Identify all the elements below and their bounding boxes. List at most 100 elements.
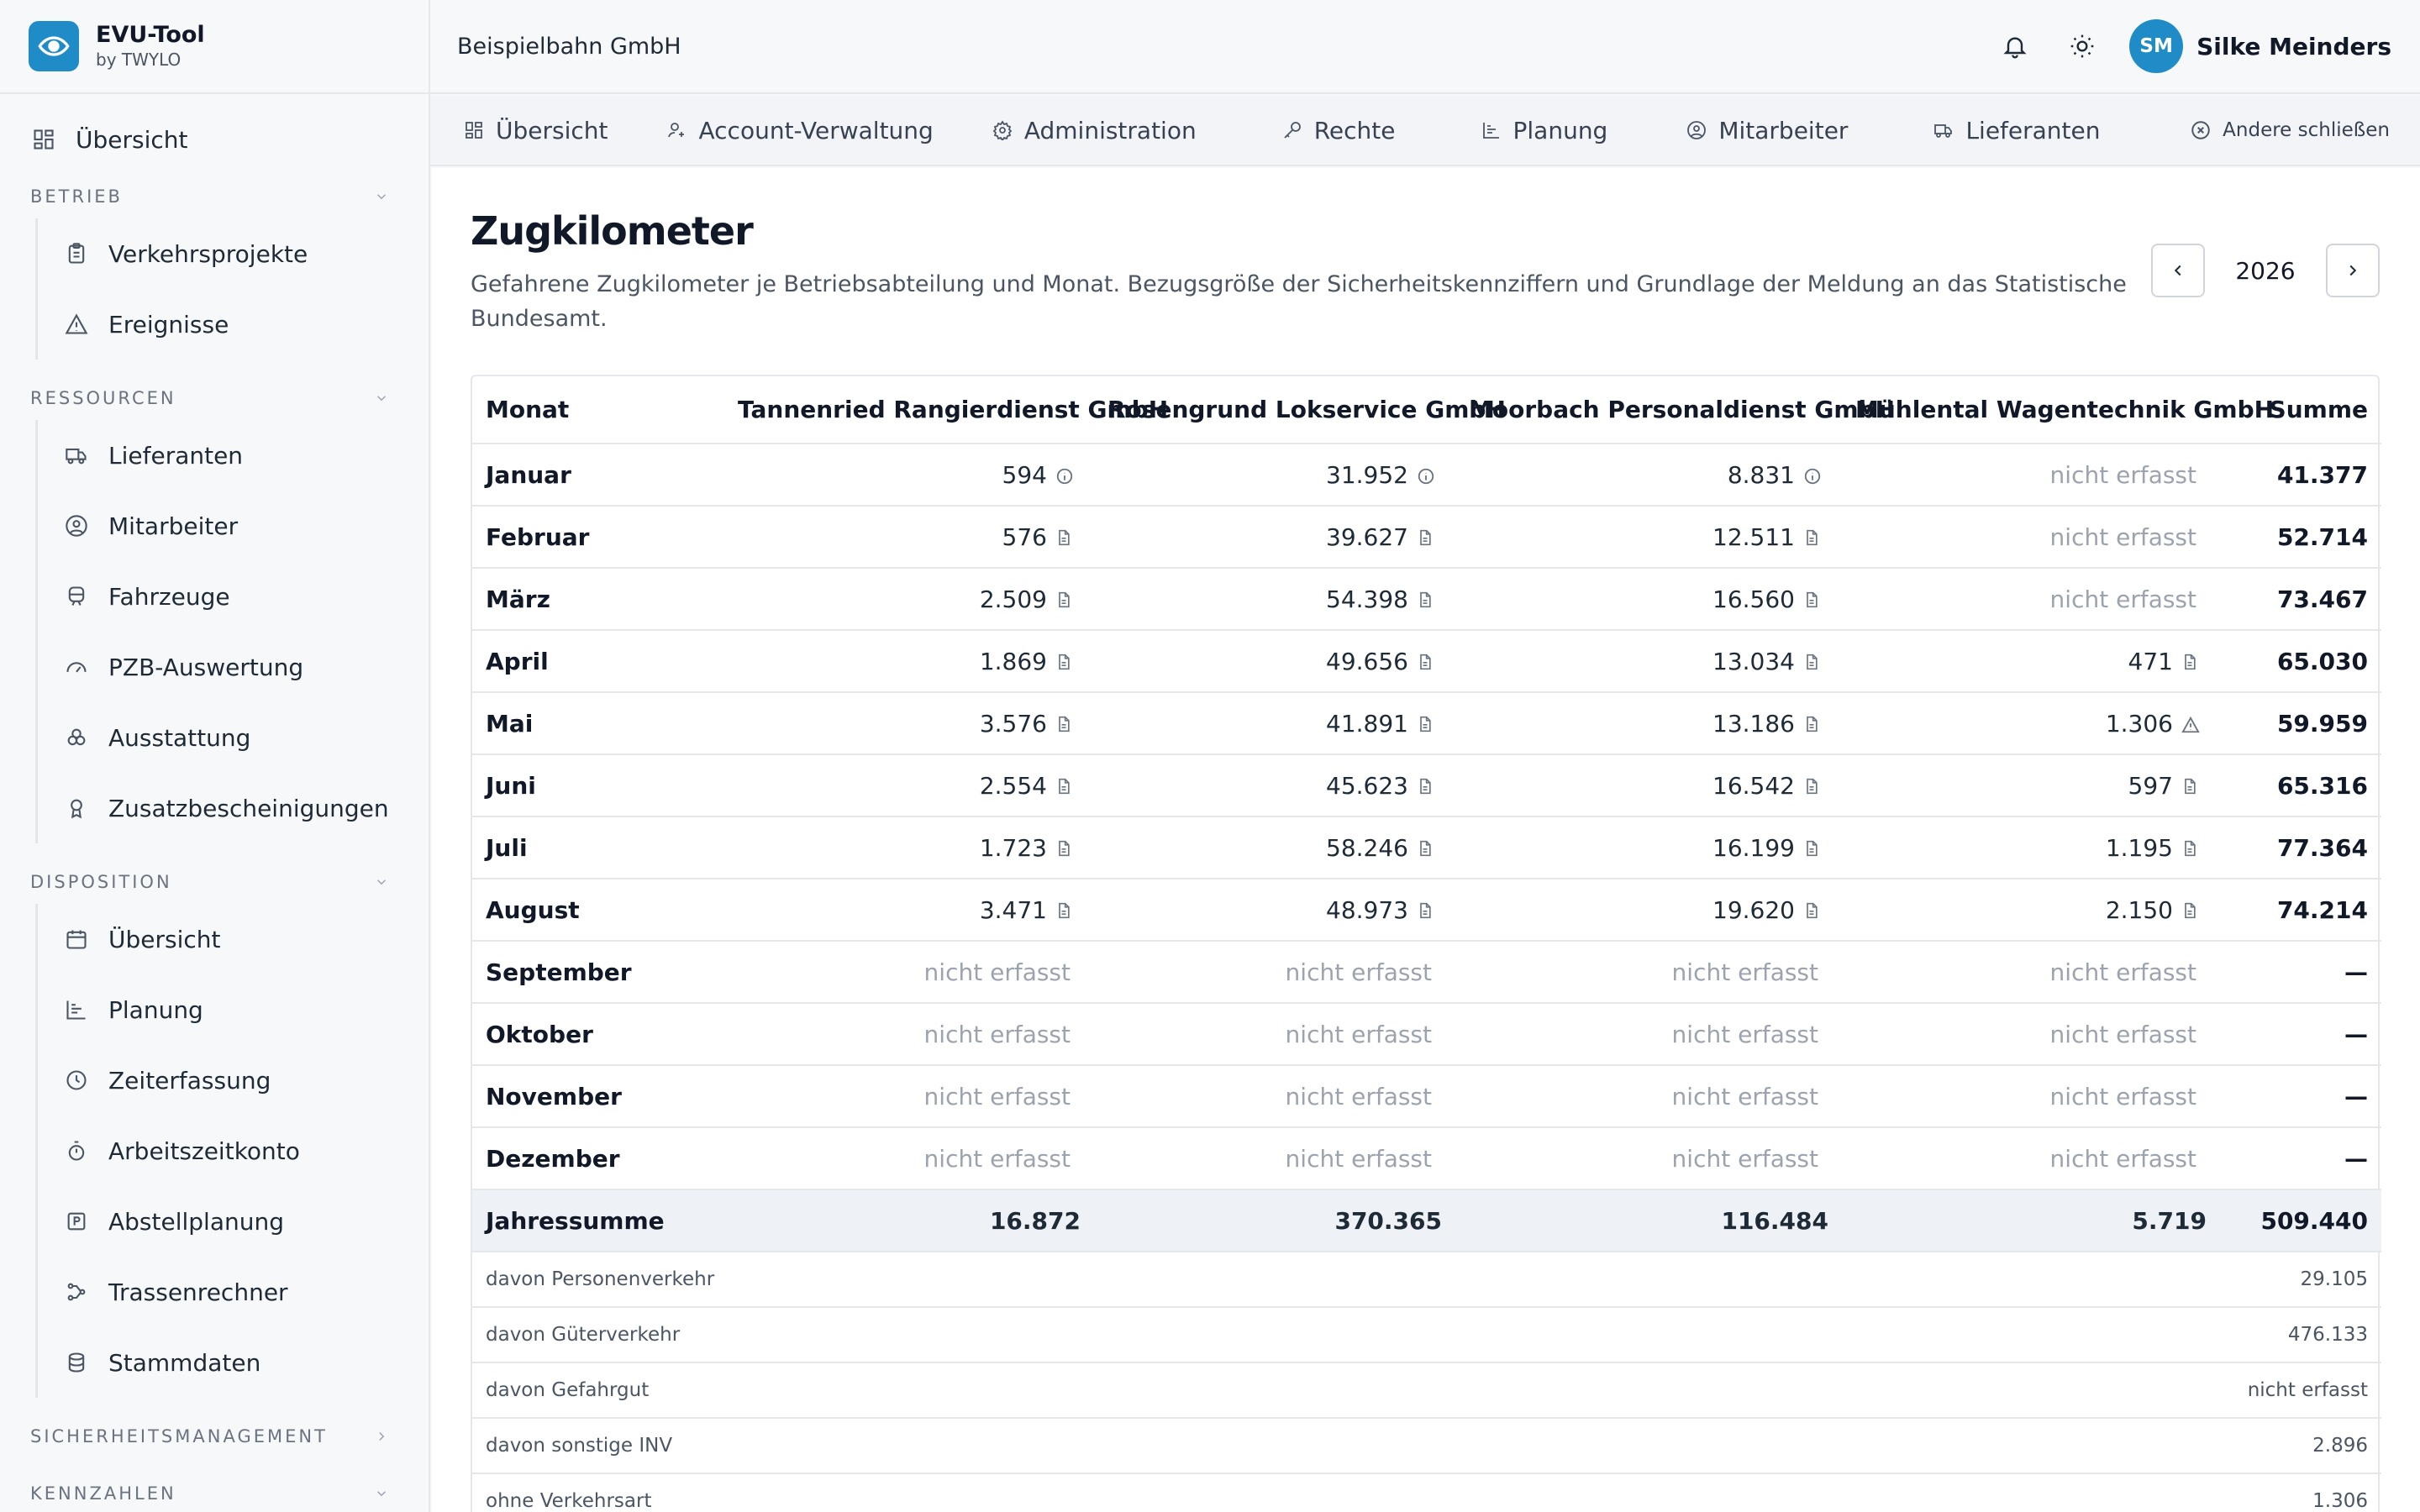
value-cell[interactable]: 594 xyxy=(724,444,1094,507)
sidebar-item-planung[interactable]: Planung xyxy=(38,974,429,1045)
bell-icon[interactable] xyxy=(1995,26,2035,66)
value-cell[interactable]: 16.199 xyxy=(1455,816,1842,879)
breakdown-value: nicht erfasst xyxy=(2220,1362,2381,1419)
tab-rechte[interactable]: Rechte xyxy=(1281,117,1396,144)
tab-planung[interactable]: Planung xyxy=(1480,117,1607,144)
info-icon[interactable] xyxy=(1417,467,1434,484)
document-icon[interactable] xyxy=(1417,778,1434,795)
sidebar-item-stammdaten[interactable]: Stammdaten xyxy=(38,1327,429,1398)
document-icon[interactable] xyxy=(1803,654,1820,670)
document-icon[interactable] xyxy=(1417,840,1434,857)
section-sicherheitsmanagement[interactable]: SICHERHEITSMANAGEMENT xyxy=(0,1415,429,1458)
parking-icon xyxy=(63,1208,90,1235)
value-cell[interactable]: 597 xyxy=(1842,754,2220,817)
app-vendor: by TWYLO xyxy=(96,50,182,70)
sidebar-item-abstellplanung[interactable]: Abstellplanung xyxy=(38,1186,429,1257)
value-cell[interactable]: 48.973 xyxy=(1094,879,1455,942)
value-cell[interactable]: 16.560 xyxy=(1455,568,1842,631)
sidebar-item-trassenrechner[interactable]: Trassenrechner xyxy=(38,1257,429,1327)
brand[interactable]: EVU-Tool by TWYLO xyxy=(0,0,429,94)
document-icon[interactable] xyxy=(1055,778,1072,795)
sidebar-item-pzb[interactable]: PZB-Auswertung xyxy=(38,632,429,702)
document-icon[interactable] xyxy=(1417,654,1434,670)
document-icon[interactable] xyxy=(1417,591,1434,608)
sidebar-item-arbeitszeitkonto[interactable]: Arbeitszeitkonto xyxy=(38,1116,429,1186)
next-year-button[interactable] xyxy=(2326,244,2380,297)
document-icon[interactable] xyxy=(1803,591,1820,608)
sidebar-item-fahrzeuge[interactable]: Fahrzeuge xyxy=(38,561,429,632)
document-icon[interactable] xyxy=(1055,716,1072,732)
value-cell[interactable]: 31.952 xyxy=(1094,444,1455,507)
document-icon[interactable] xyxy=(1417,902,1434,919)
value-cell[interactable]: 1.195 xyxy=(1842,816,2220,879)
document-icon[interactable] xyxy=(2181,840,2198,857)
sidebar-item-overview[interactable]: Übersicht xyxy=(0,104,429,175)
close-others-button[interactable]: Andere schließen xyxy=(2179,96,2390,165)
document-icon[interactable] xyxy=(1055,654,1072,670)
sidebar-item-verkehrsprojekte[interactable]: Verkehrsprojekte xyxy=(38,218,429,289)
document-icon[interactable] xyxy=(1803,840,1820,857)
value-cell[interactable]: 12.511 xyxy=(1455,506,1842,569)
document-icon[interactable] xyxy=(2181,902,2198,919)
sun-icon[interactable] xyxy=(2062,26,2102,66)
value-cell[interactable]: 1.869 xyxy=(724,630,1094,693)
value-cell[interactable]: 2.509 xyxy=(724,568,1094,631)
value-cell[interactable]: 13.186 xyxy=(1455,692,1842,755)
section-betrieb[interactable]: BETRIEB xyxy=(0,175,429,218)
value-cell[interactable]: 13.034 xyxy=(1455,630,1842,693)
value-cell[interactable]: 19.620 xyxy=(1455,879,1842,942)
document-icon[interactable] xyxy=(1055,591,1072,608)
tab-account-verwaltung[interactable]: Account-Verwaltung xyxy=(666,117,934,144)
user-name[interactable]: Silke Meinders xyxy=(2196,33,2391,60)
document-icon[interactable] xyxy=(2181,654,2198,670)
document-icon[interactable] xyxy=(1803,778,1820,795)
tab-lieferanten[interactable]: Lieferanten xyxy=(1932,117,2101,144)
value-cell[interactable]: 1.306 xyxy=(1842,692,2220,755)
sidebar-item-zusatzbescheinigungen[interactable]: Zusatzbescheinigungen xyxy=(38,773,429,843)
document-icon[interactable] xyxy=(1417,529,1434,546)
value-cell[interactable]: 3.576 xyxy=(724,692,1094,755)
tab-uebersicht[interactable]: Übersicht xyxy=(462,117,608,144)
tab-administration[interactable]: Administration xyxy=(991,117,1197,144)
section-kennzahlen[interactable]: KENNZAHLEN xyxy=(0,1472,429,1512)
sidebar-item-zeiterfassung[interactable]: Zeiterfassung xyxy=(38,1045,429,1116)
value-cell[interactable]: 471 xyxy=(1842,630,2220,693)
value-cell[interactable]: 1.723 xyxy=(724,816,1094,879)
sidebar-item-ereignisse[interactable]: Ereignisse xyxy=(38,289,429,360)
value-cell[interactable]: 8.831 xyxy=(1455,444,1842,507)
value-cell[interactable]: 41.891 xyxy=(1094,692,1455,755)
value-cell[interactable]: 58.246 xyxy=(1094,816,1455,879)
value-cell[interactable]: 3.471 xyxy=(724,879,1094,942)
sidebar-item-ausstattung[interactable]: Ausstattung xyxy=(38,702,429,773)
prev-year-button[interactable] xyxy=(2151,244,2205,297)
document-icon[interactable] xyxy=(1055,529,1072,546)
document-icon[interactable] xyxy=(1417,716,1434,732)
value-cell[interactable]: 576 xyxy=(724,506,1094,569)
section-ressourcen[interactable]: RESSOURCEN xyxy=(0,376,429,420)
warning-icon[interactable] xyxy=(2181,716,2200,732)
document-icon[interactable] xyxy=(1055,840,1072,857)
value-cell[interactable]: 49.656 xyxy=(1094,630,1455,693)
sidebar-item-dispo-uebersicht[interactable]: Übersicht xyxy=(38,904,429,974)
value-text: 13.186 xyxy=(1712,710,1795,738)
value-cell[interactable]: 39.627 xyxy=(1094,506,1455,569)
value-text: 597 xyxy=(2128,772,2173,801)
value-cell[interactable]: 45.623 xyxy=(1094,754,1455,817)
value-cell[interactable]: 16.542 xyxy=(1455,754,1842,817)
document-icon[interactable] xyxy=(1055,902,1072,919)
sidebar-item-lieferanten[interactable]: Lieferanten xyxy=(38,420,429,491)
value-cell[interactable]: 2.554 xyxy=(724,754,1094,817)
avatar[interactable]: SM xyxy=(2129,19,2184,73)
info-icon[interactable] xyxy=(1803,467,1821,484)
value-cell[interactable]: 54.398 xyxy=(1094,568,1455,631)
info-icon[interactable] xyxy=(1055,467,1073,484)
document-icon[interactable] xyxy=(1803,529,1820,546)
tab-mitarbeiter[interactable]: Mitarbeiter xyxy=(1685,117,1848,144)
document-icon[interactable] xyxy=(1803,716,1820,732)
value-cell[interactable]: 2.150 xyxy=(1842,879,2220,942)
section-disposition[interactable]: DISPOSITION xyxy=(0,860,429,904)
sidebar-item-mitarbeiter[interactable]: Mitarbeiter xyxy=(38,491,429,561)
document-icon[interactable] xyxy=(2181,778,2198,795)
document-icon[interactable] xyxy=(1803,902,1820,919)
company-name: Beispielbahn GmbH xyxy=(457,33,681,60)
